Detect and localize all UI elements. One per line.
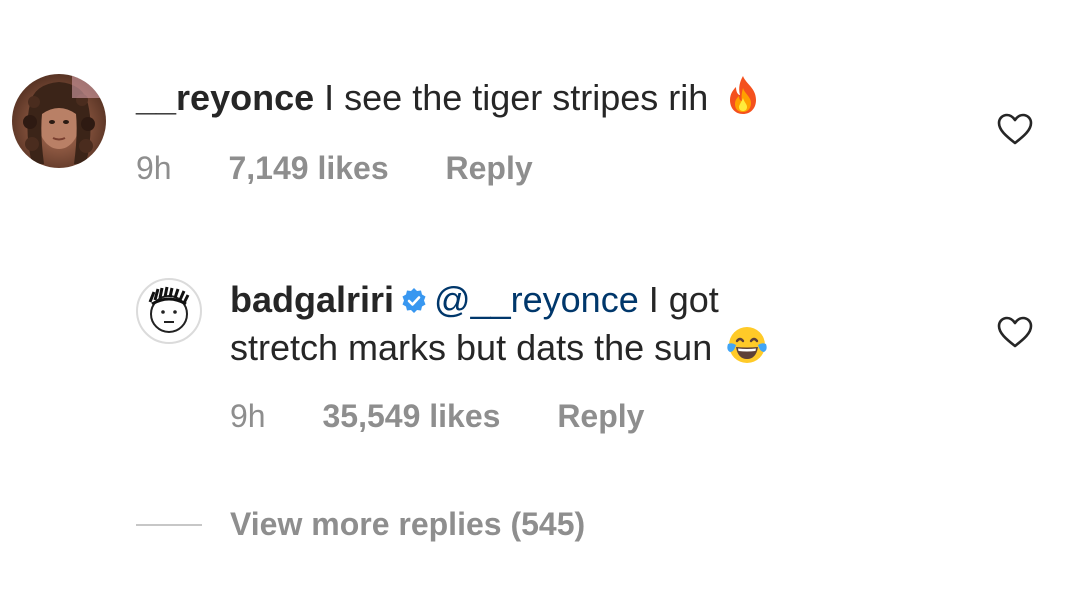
comments-section: __reyonce I see the tiger stripes rih 9h…: [0, 0, 1070, 600]
like-heart-icon[interactable]: [996, 315, 1034, 349]
fire-emoji-icon: [722, 74, 764, 116]
like-heart-icon[interactable]: [996, 112, 1034, 146]
reply-button[interactable]: Reply: [446, 150, 533, 187]
comment-likes[interactable]: 7,149 likes: [228, 150, 388, 187]
comment-username[interactable]: __reyonce: [136, 77, 314, 118]
reply-meta: 9h 35,549 likes Reply: [230, 398, 644, 435]
reply-username[interactable]: badgalriri: [230, 279, 394, 320]
reply-likes[interactable]: 35,549 likes: [322, 398, 500, 435]
view-more-divider: [136, 524, 202, 526]
comment-body: I see the tiger stripes rih: [324, 77, 709, 118]
reply-button[interactable]: Reply: [557, 398, 644, 435]
avatar-drawing: [148, 286, 190, 333]
verified-badge-icon: [400, 279, 428, 313]
reply-text-line-1: badgalriri @__reyonce I got: [230, 276, 719, 324]
tears-of-joy-emoji-icon: [726, 324, 768, 366]
reply-body-line-1: I got: [648, 279, 719, 320]
view-more-replies-button[interactable]: View more replies (545): [230, 506, 585, 543]
reply-text-line-2: stretch marks but dats the sun: [230, 324, 768, 372]
comment-time: 9h: [136, 150, 172, 186]
reply-time: 9h: [230, 398, 266, 434]
avatar[interactable]: [136, 278, 202, 344]
comment-meta: 9h 7,149 likes Reply: [136, 150, 533, 187]
avatar[interactable]: [12, 74, 106, 168]
reply-body-line-2: stretch marks but dats the sun: [230, 327, 713, 368]
avatar-photo: [23, 74, 106, 164]
comment-text: __reyonce I see the tiger stripes rih: [136, 74, 764, 122]
reply-mention-link[interactable]: @__reyonce: [434, 279, 639, 320]
